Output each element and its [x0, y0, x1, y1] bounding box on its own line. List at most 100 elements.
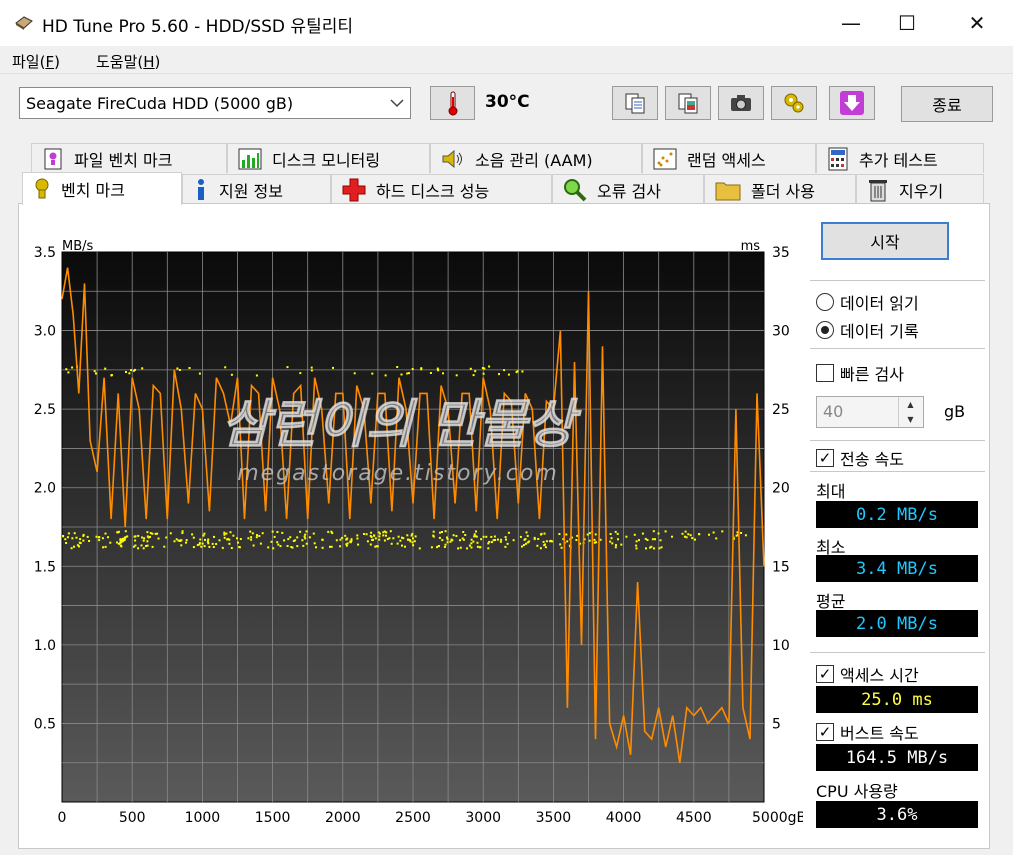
access-time-point — [474, 535, 477, 538]
access-time-point — [377, 531, 380, 534]
minimize-button[interactable]: — — [823, 0, 879, 46]
menu-help[interactable]: 도움말(H) — [96, 51, 160, 72]
access-time-point — [444, 543, 447, 546]
access-time-point — [73, 545, 75, 548]
access-time-point — [104, 367, 107, 370]
access-time-point — [310, 369, 313, 372]
access-time-point — [593, 541, 596, 544]
write-radio-row[interactable]: 데이터 기록 — [816, 318, 919, 342]
access-time-point — [286, 366, 289, 369]
access-time-point — [526, 541, 529, 544]
read-radio[interactable] — [816, 293, 834, 311]
access-time-row[interactable]: ✓ 액세스 시간 — [816, 662, 919, 686]
access-time-point — [519, 535, 522, 538]
access-time-point — [404, 545, 406, 548]
access-time-point — [232, 534, 235, 537]
options-button[interactable] — [771, 86, 817, 120]
tab-folder-usage[interactable]: 폴더 사용 — [704, 174, 856, 204]
access-time-point — [276, 531, 279, 533]
tab-benchmark[interactable]: 벤치 마크 — [22, 172, 182, 205]
x-tick-label: 2500 — [395, 810, 431, 826]
access-time-point — [470, 542, 473, 545]
access-time-point — [356, 534, 359, 537]
access-time-point — [372, 538, 374, 541]
copy-text-button[interactable] — [612, 86, 658, 120]
x-tick-label: 1500 — [255, 810, 291, 826]
start-button[interactable]: 시작 — [821, 222, 949, 260]
maximize-button[interactable]: ☐ — [879, 0, 935, 46]
avg-label: 평균 — [816, 592, 846, 611]
copy-image-button[interactable] — [665, 86, 711, 120]
access-time-checkbox[interactable]: ✓ — [816, 665, 834, 683]
y2-tick-label: 25 — [772, 402, 790, 418]
quick-scan-row[interactable]: 빠른 검사 — [816, 361, 904, 385]
access-time-point — [462, 538, 465, 541]
access-time-point — [470, 538, 473, 541]
chevron-down-icon[interactable]: ▼ — [907, 415, 913, 424]
tab-random-access[interactable]: 랜덤 액세스 — [642, 143, 816, 173]
watermark-url: megastorage.tistory.com — [237, 461, 559, 486]
y-tick-label: 3.0 — [34, 324, 56, 340]
access-time-point — [521, 545, 523, 548]
tab-extra-tests[interactable]: 추가 테스트 — [816, 143, 984, 173]
size-stepper[interactable]: ▲ ▼ — [898, 397, 922, 427]
access-time-point — [599, 538, 602, 541]
access-time-point — [346, 542, 349, 545]
quick-scan-checkbox[interactable] — [816, 364, 834, 382]
close-button[interactable]: ✕ — [949, 0, 1005, 46]
access-time-point — [308, 536, 311, 539]
access-time-point — [304, 533, 307, 536]
access-time-point — [658, 547, 661, 550]
read-radio-row[interactable]: 데이터 읽기 — [816, 290, 919, 314]
access-time-point — [388, 537, 391, 540]
burst-rate-row[interactable]: ✓ 버스트 속도 — [816, 720, 919, 744]
access-time-point — [664, 530, 667, 533]
transfer-rate-row[interactable]: ✓ 전송 속도 — [816, 446, 904, 470]
burst-rate-checkbox[interactable]: ✓ — [816, 723, 834, 741]
access-time-point — [98, 539, 101, 542]
y2-tick-label: 30 — [772, 324, 790, 340]
y-axis-ticks: 0.5 1.0 1.5 2.0 2.5 3.0 3.5 — [34, 245, 56, 732]
access-time-point — [70, 547, 73, 550]
access-time-point — [88, 540, 91, 542]
exit-button[interactable]: 종료 — [901, 86, 993, 122]
access-time-point — [593, 538, 596, 541]
access-time-point — [299, 530, 302, 533]
write-radio[interactable] — [816, 321, 834, 339]
access-time-point — [126, 535, 129, 538]
temperature-button[interactable] — [430, 86, 475, 120]
tab-aam[interactable]: 소음 관리 (AAM) — [430, 143, 642, 173]
tab-erase[interactable]: 지우기 — [856, 174, 984, 204]
screenshot-button[interactable] — [718, 86, 764, 120]
access-time-point — [277, 543, 280, 546]
tab-info[interactable]: 지원 정보 — [182, 174, 331, 204]
access-time-point — [356, 537, 359, 540]
access-time-point — [635, 540, 638, 543]
access-time-point — [95, 535, 98, 538]
access-time-point — [452, 534, 455, 537]
access-time-point — [464, 534, 467, 536]
x-tick-label: 4000 — [606, 810, 642, 826]
access-time-point — [250, 536, 253, 539]
access-time-point — [305, 542, 308, 545]
save-button[interactable] — [829, 86, 875, 120]
access-time-point — [299, 372, 302, 375]
tab-health[interactable]: 하드 디스크 성능 — [331, 174, 552, 204]
app-disk-icon — [15, 16, 33, 30]
access-time-point — [446, 541, 449, 544]
transfer-rate-checkbox[interactable]: ✓ — [816, 449, 834, 467]
chevron-up-icon[interactable]: ▲ — [907, 400, 913, 409]
tab-disk-monitor[interactable]: 디스크 모니터링 — [227, 143, 430, 173]
menu-file[interactable]: 파일(F) — [12, 51, 60, 72]
access-time-point — [455, 535, 458, 537]
tab-error-scan[interactable]: 오류 검사 — [552, 174, 704, 204]
tab-file-benchmark[interactable]: 파일 벤치 마크 — [31, 143, 227, 173]
access-time-point — [712, 531, 715, 534]
access-time-point — [78, 545, 80, 548]
access-time-point — [487, 547, 490, 550]
access-time-point — [147, 536, 150, 539]
drive-select[interactable]: Seagate FireCuda HDD (5000 gB) — [19, 87, 411, 119]
access-time-point — [134, 539, 137, 542]
download-arrow-icon — [840, 91, 864, 115]
folder-icon — [715, 182, 741, 200]
